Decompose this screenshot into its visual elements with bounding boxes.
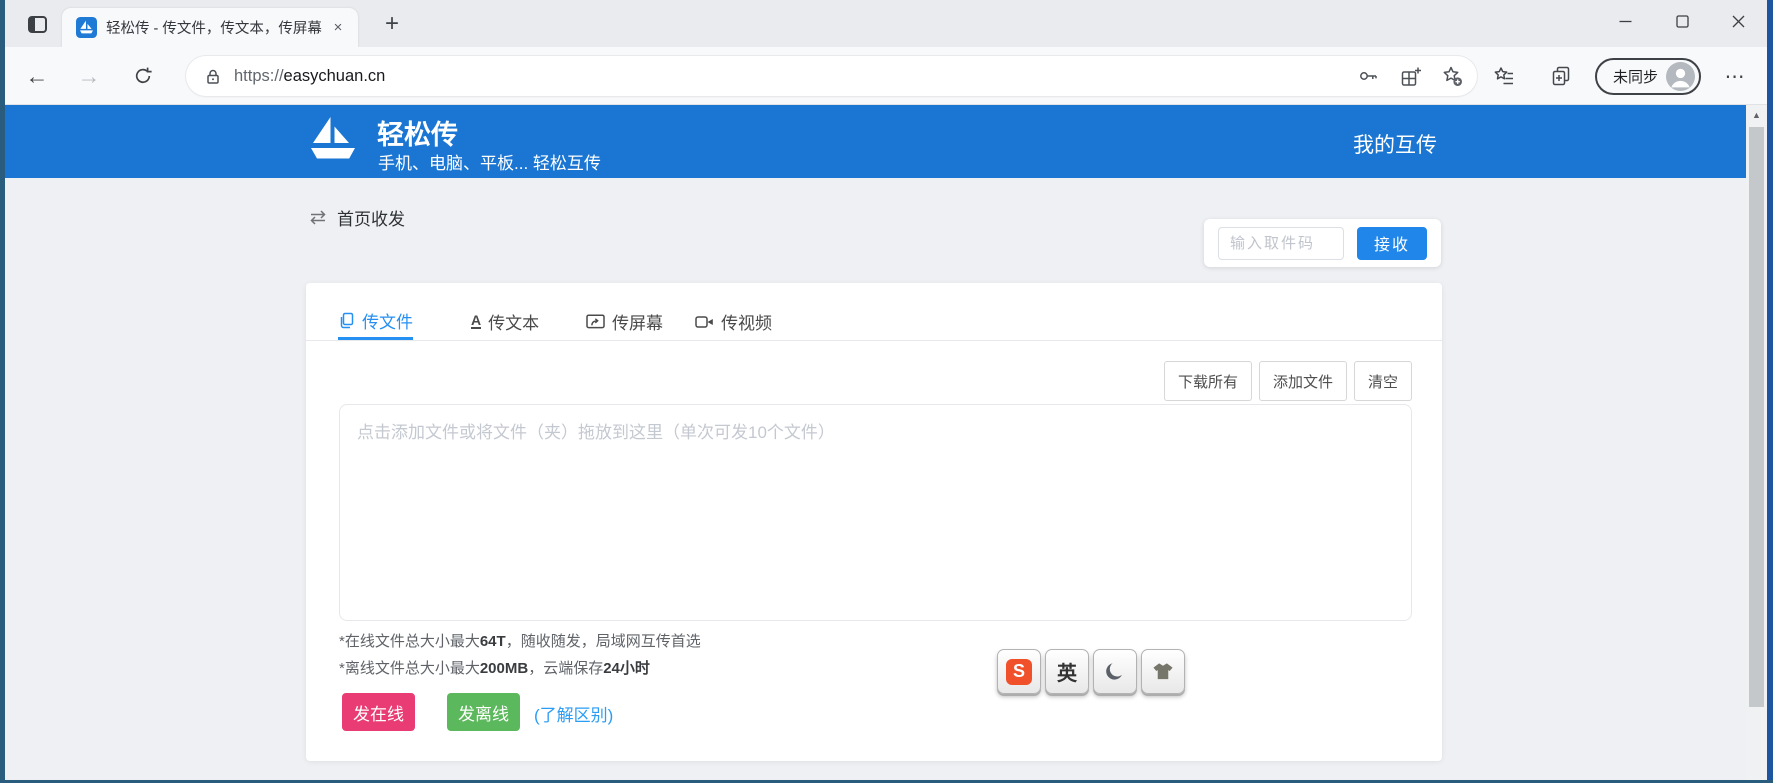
web-page: 轻松传 手机、电脑、平板... 轻松互传 我的互传 首页收发 接收 传文件 <box>5 105 1746 780</box>
sailboat-favicon <box>76 17 97 38</box>
receive-button[interactable]: 接收 <box>1357 227 1427 260</box>
tab-actions-icon <box>28 16 47 33</box>
file-action-buttons: 下载所有 添加文件 清空 <box>1164 361 1412 401</box>
collections-button[interactable] <box>1543 58 1579 94</box>
transfer-card: 传文件 A 传文本 传屏幕 传视频 <box>306 283 1442 761</box>
url-protocol: https:// <box>234 67 284 86</box>
tab-label: 传视频 <box>721 309 772 334</box>
password-key-icon <box>1357 65 1379 87</box>
scrollbar-up-arrow[interactable]: ▲ <box>1746 107 1767 123</box>
tshirt-icon <box>1150 660 1176 683</box>
send-offline-button[interactable]: 发离线 <box>447 693 520 731</box>
send-online-button[interactable]: 发在线 <box>342 693 415 731</box>
note-text: *离线文件总大小最大 <box>339 660 480 677</box>
offline-size-note: *离线文件总大小最大200MB，云端保存24小时 <box>339 657 650 678</box>
collections-icon <box>1549 64 1573 88</box>
browser-tab-bar: 轻松传 - 传文件，传文本，传屏幕 × + <box>5 0 1767 47</box>
add-favorite-button[interactable] <box>1435 59 1469 93</box>
note-text: ，云端保存 <box>528 660 603 677</box>
screen-share-icon <box>586 314 605 330</box>
ime-language-key[interactable]: 英 <box>1045 649 1089 694</box>
window-border-right <box>1767 0 1773 783</box>
ime-skin-key[interactable] <box>1141 649 1185 694</box>
star-plus-icon <box>1440 64 1464 88</box>
refresh-icon <box>133 66 153 86</box>
learn-difference-link[interactable]: (了解区别) <box>534 701 613 726</box>
english-mode-icon: 英 <box>1057 657 1077 686</box>
clear-button[interactable]: 清空 <box>1354 361 1412 401</box>
new-tab-button[interactable]: + <box>377 10 407 38</box>
file-copy-icon <box>338 312 355 329</box>
note-text: ，随收随发，局域网互传首选 <box>506 633 701 650</box>
tab-send-screen[interactable]: 传屏幕 <box>586 303 663 340</box>
download-all-button[interactable]: 下载所有 <box>1164 361 1252 401</box>
file-dropzone[interactable]: 点击添加文件或将文件（夹）拖放到这里（单次可发10个文件） <box>339 404 1412 621</box>
video-camera-icon <box>695 315 714 329</box>
page-scrollbar[interactable]: ▲ <box>1746 105 1767 780</box>
tabs-divider <box>306 340 1442 341</box>
minimize-icon <box>1619 15 1632 28</box>
favorites-hub-button[interactable] <box>1486 58 1522 94</box>
add-files-button[interactable]: 添加文件 <box>1259 361 1347 401</box>
maximize-icon <box>1676 15 1689 28</box>
site-header: 轻松传 手机、电脑、平板... 轻松互传 我的互传 <box>5 105 1746 178</box>
tab-send-video[interactable]: 传视频 <box>695 303 772 340</box>
ime-sogou-key[interactable]: S <box>997 649 1041 694</box>
forward-button[interactable]: → <box>71 58 107 94</box>
brand-subtitle: 手机、电脑、平板... 轻松互传 <box>378 149 601 174</box>
refresh-button[interactable] <box>125 58 161 94</box>
tab-label: 传文件 <box>362 308 413 333</box>
transfer-tabs: 传文件 A 传文本 传屏幕 传视频 <box>306 303 1442 340</box>
password-key-button[interactable] <box>1351 59 1385 93</box>
browser-toolbar: ← → https://easychuan.cn <box>5 47 1767 105</box>
back-button[interactable]: ← <box>19 58 55 94</box>
scrollbar-thumb[interactable] <box>1749 127 1764 707</box>
note-text: *在线文件总大小最大 <box>339 633 480 650</box>
dropzone-placeholder: 点击添加文件或将文件（夹）拖放到这里（单次可发10个文件） <box>357 418 835 443</box>
profile-button[interactable]: 未同步 <box>1595 58 1701 95</box>
breadcrumb: 首页收发 <box>308 205 405 230</box>
online-size-note: *在线文件总大小最大64T，随收随发，局域网互传首选 <box>339 630 701 651</box>
nav-my-transfers-link[interactable]: 我的互传 <box>1353 129 1437 159</box>
favorites-hub-icon <box>1492 64 1516 88</box>
text-a-icon: A <box>471 314 481 329</box>
lock-icon[interactable] <box>204 67 222 86</box>
tab-actions-button[interactable] <box>23 11 51 37</box>
apps-grid-plus-button[interactable] <box>1393 59 1427 93</box>
tab-title: 轻松传 - 传文件，传文本，传屏幕 <box>106 17 328 38</box>
tab-send-text[interactable]: A 传文本 <box>471 303 539 340</box>
apps-grid-plus-icon <box>1399 65 1422 88</box>
browser-tab-active[interactable]: 轻松传 - 传文件，传文本，传屏幕 × <box>62 8 358 47</box>
transfer-arrows-icon <box>308 209 328 226</box>
brand-title: 轻松传 <box>377 113 458 152</box>
pickup-code-input[interactable] <box>1218 227 1344 260</box>
profile-avatar <box>1666 62 1695 91</box>
sailboat-logo <box>304 112 362 175</box>
window-close-button[interactable] <box>1715 0 1761 42</box>
note-bold: 200MB <box>480 660 528 677</box>
browser-window: 轻松传 - 传文件，传文本，传屏幕 × + ← → https://easych… <box>0 0 1773 783</box>
note-bold: 24小时 <box>603 660 650 677</box>
tab-label: 传屏幕 <box>612 309 663 334</box>
moon-icon <box>1103 660 1127 684</box>
window-maximize-button[interactable] <box>1659 0 1705 42</box>
sogou-logo-icon: S <box>1006 659 1032 685</box>
settings-more-button[interactable]: ⋯ <box>1717 58 1753 94</box>
ime-status-bar: S 英 <box>997 649 1185 694</box>
address-bar[interactable]: https://easychuan.cn <box>186 56 1477 96</box>
ime-night-mode-key[interactable] <box>1093 649 1137 694</box>
receive-code-panel: 接收 <box>1204 219 1441 267</box>
note-bold: 64T <box>480 633 506 650</box>
window-minimize-button[interactable] <box>1602 0 1648 42</box>
close-icon <box>1732 15 1745 28</box>
tab-send-file[interactable]: 传文件 <box>338 303 413 340</box>
tab-close-button[interactable]: × <box>328 18 348 38</box>
tab-label: 传文本 <box>488 309 539 334</box>
breadcrumb-label: 首页收发 <box>337 205 405 230</box>
url-text[interactable]: https://easychuan.cn <box>234 67 385 86</box>
profile-sync-status: 未同步 <box>1613 66 1658 87</box>
url-domain: easychuan.cn <box>284 67 386 86</box>
